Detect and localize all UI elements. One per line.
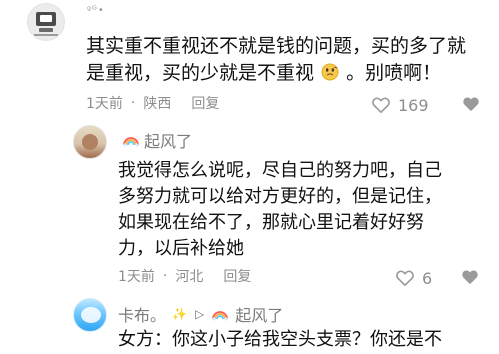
reply-line-1: 我觉得怎么说呢，尽自己的努力吧，自己 <box>118 160 442 181</box>
meta-separator: · <box>162 268 168 284</box>
heart-icon <box>372 97 390 113</box>
reply-line-3: 如果现在给不了，那就心里记着好好努 <box>118 212 424 233</box>
reply-time: 1天前 <box>118 269 155 285</box>
heart-icon <box>396 270 414 286</box>
broken-heart-icon <box>463 97 479 111</box>
reply-text: 我觉得怎么说呢，尽自己的努力吧，自己 多努力就可以给对方更好的，但是记住， 如果… <box>118 158 478 262</box>
computer-icon <box>36 12 56 26</box>
comment-text: 其实重不重视还不就是钱的问题，买的多了就 是重视，买的少就是不重视 。别喷啊！ <box>86 33 481 87</box>
thinking-emoji-icon <box>321 63 339 81</box>
comment-thread: ᵍᴳ• 其实重不重视还不就是钱的问题，买的多了就 是重视，买的少就是不重视 。别… <box>0 0 499 354</box>
reply-like-button[interactable]: 6 <box>395 268 432 288</box>
comment-line-1: 其实重不重视还不就是钱的问题，买的多了就 <box>86 35 467 57</box>
reply-target-username[interactable]: 起风了 <box>235 302 283 326</box>
reply-arrow-icon: ▷ <box>194 307 205 321</box>
reply-button[interactable]: 回复 <box>223 266 251 286</box>
comment-line-2: 是重视，买的少就是不重视 。别喷啊！ <box>86 62 442 84</box>
bottom-reply-avatar[interactable] <box>73 298 107 332</box>
rainbow-icon <box>123 137 139 147</box>
dislike-button[interactable] <box>462 95 480 113</box>
reply-line-2: 多努力就可以给对方更好的，但是记住， <box>118 186 442 207</box>
reply-username[interactable]: 起风了 <box>122 128 192 152</box>
reply-location: 河北 <box>175 269 204 285</box>
comment-time: 1天前 <box>86 96 123 112</box>
broken-heart-icon <box>462 270 478 284</box>
reply-button[interactable]: 回复 <box>191 93 219 113</box>
comment-location: 陕西 <box>143 96 172 112</box>
rainbow-icon <box>212 311 229 321</box>
reply-avatar[interactable] <box>73 125 107 159</box>
like-button[interactable]: 169 <box>371 95 429 115</box>
meta-separator: · <box>130 95 136 111</box>
bottom-reply-text: 女方：你这小子给我空头支票？你还是不 <box>118 329 442 350</box>
bottom-reply-header: 卡布。 ✨ ▷ 起风了 <box>118 302 283 326</box>
username[interactable]: ᵍᴳ• <box>87 5 105 16</box>
user-avatar[interactable] <box>27 3 65 41</box>
reply-meta: 1天前 · 河北 回复 <box>118 266 251 286</box>
sparkle-icon: ✨ <box>172 307 187 321</box>
reply-like-count: 6 <box>422 268 433 288</box>
like-count: 169 <box>398 95 429 115</box>
bottom-reply-username[interactable]: 卡布。 <box>118 302 166 326</box>
reply-line-4: 力，以后补给她 <box>118 238 244 259</box>
reply-dislike-button[interactable] <box>461 268 479 286</box>
